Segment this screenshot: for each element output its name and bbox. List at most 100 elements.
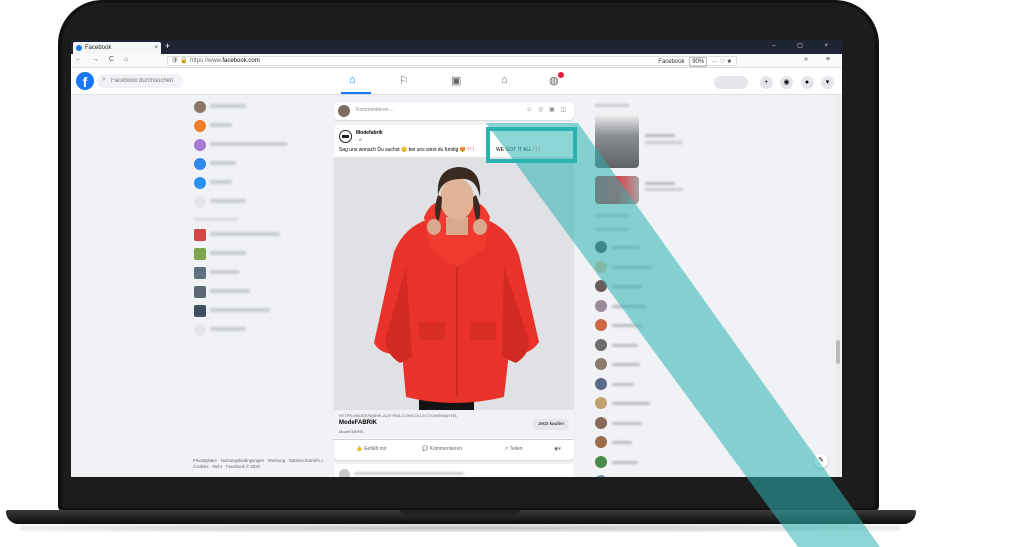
- post-text-bangs: ! ! !: [467, 147, 475, 153]
- avatar: [595, 319, 607, 331]
- avatar: [595, 338, 607, 351]
- page-avatar[interactable]: [339, 130, 352, 143]
- messenger-icon[interactable]: ◉: [780, 76, 794, 90]
- sidebar-item-label: [210, 161, 236, 165]
- page-scrollbar[interactable]: [836, 95, 840, 477]
- sidebar-item[interactable]: [191, 98, 321, 117]
- sidebar-item-label: [210, 142, 288, 146]
- new-tab-button[interactable]: +: [165, 41, 170, 51]
- watch-icon[interactable]: ▣: [451, 74, 461, 87]
- scrollbar-thumb[interactable]: [836, 340, 840, 364]
- contact-item[interactable]: [591, 258, 711, 278]
- create-button[interactable]: +: [759, 76, 773, 90]
- sidebar-item[interactable]: [191, 193, 321, 212]
- shortcut-item[interactable]: [191, 321, 321, 340]
- shortcut-4-icon: [194, 286, 206, 298]
- contact-item[interactable]: [591, 355, 711, 375]
- sidebar-item[interactable]: [191, 136, 321, 155]
- sponsored-label: [595, 104, 629, 107]
- contact-name: [612, 441, 632, 444]
- tab-close-icon[interactable]: ×: [154, 42, 158, 54]
- profile-button[interactable]: [714, 76, 749, 90]
- url-security-icon: 🛡 🔒: [171, 58, 188, 64]
- post-text-body: Sag uns wonach Du suchst 😊 bei uns wirst…: [339, 147, 466, 153]
- product-photo[interactable]: [334, 157, 574, 410]
- facebook-footer-links[interactable]: Privatsphäre · Nutzungsbedingungen · Wer…: [193, 458, 333, 470]
- shortcut-label: [210, 232, 280, 236]
- notifications-icon[interactable]: ●: [800, 76, 814, 90]
- browser-menu-icon[interactable]: » ≡: [804, 56, 838, 63]
- shortcut-item[interactable]: [191, 226, 321, 245]
- contact-item[interactable]: [591, 394, 711, 414]
- shop-now-button[interactable]: Jetzt kaufen: [533, 419, 569, 430]
- contact-name: [612, 402, 650, 405]
- facebook-search-input[interactable]: [97, 74, 183, 88]
- comment-button[interactable]: 💬 Kommentieren: [422, 446, 462, 452]
- new-message-button[interactable]: ✎: [814, 454, 828, 468]
- page-actions-icon[interactable]: ··· ♡ ★: [712, 59, 732, 65]
- facebook-logo-icon[interactable]: f: [76, 72, 94, 90]
- laptop-notch: [400, 510, 520, 515]
- comment-composer[interactable]: Kommentieren ... ☺ ◎ ▣ ◫: [334, 102, 574, 120]
- pages-icon[interactable]: ⚐: [399, 74, 409, 87]
- facebook-favicon-icon: [76, 45, 82, 51]
- url-bar[interactable]: 🛡 🔒 https://www.facebook.com Facebook 90…: [167, 56, 737, 67]
- contact-name: [612, 363, 640, 366]
- post-author[interactable]: Modefabrik: [356, 130, 383, 136]
- sidebar-item[interactable]: [191, 174, 321, 193]
- avatar: [339, 469, 350, 477]
- contact-name: [612, 265, 652, 269]
- shortcut-5-icon: [194, 305, 206, 317]
- contact-name: [612, 246, 640, 249]
- sponsored-item[interactable]: [591, 174, 711, 210]
- more-icon: [194, 196, 206, 208]
- marketplace-icon[interactable]: ⌂: [501, 74, 508, 86]
- sidebar-item[interactable]: [191, 155, 321, 174]
- window-controls[interactable]: – ▢ ×: [772, 42, 838, 49]
- contact-item[interactable]: [591, 316, 711, 336]
- bookmark-label[interactable]: Facebook: [658, 59, 684, 65]
- contact-item[interactable]: [591, 453, 711, 473]
- notification-badge: [558, 72, 564, 78]
- contact-item[interactable]: [591, 375, 711, 395]
- contact-item[interactable]: [591, 433, 711, 453]
- contacts-heading: [591, 222, 711, 238]
- red-jacket-model-image: [334, 157, 574, 410]
- birthdays-heading: [591, 210, 711, 222]
- avatar: [595, 280, 607, 292]
- birthdays-label: [595, 214, 629, 217]
- composer-emoji-icons[interactable]: ☺ ◎ ▣ ◫: [526, 106, 568, 113]
- sidebar-item-label: [210, 180, 232, 184]
- contact-item[interactable]: [591, 297, 711, 317]
- shortcut-item[interactable]: [191, 283, 321, 302]
- composer-placeholder: Kommentieren ...: [356, 107, 395, 113]
- account-menu-icon[interactable]: ▾: [821, 76, 834, 90]
- share-button[interactable]: ↗ Teilen: [504, 446, 523, 452]
- reaction-selector[interactable]: ◉▾: [554, 446, 561, 452]
- contact-item[interactable]: [591, 238, 711, 258]
- contact-name: [612, 304, 646, 308]
- zoom-level[interactable]: 90%: [689, 57, 708, 67]
- sponsored-domain: [645, 141, 683, 144]
- contact-item[interactable]: [591, 472, 711, 477]
- shortcut-label: [210, 251, 246, 255]
- shortcut-item[interactable]: [191, 264, 321, 283]
- browser-nav-buttons[interactable]: ← → C ⌂: [75, 56, 132, 63]
- shortcut-item[interactable]: [191, 245, 321, 264]
- sidebar-item[interactable]: [191, 117, 321, 136]
- shortcut-1-icon: [194, 229, 206, 241]
- sponsored-item[interactable]: [591, 112, 711, 174]
- browser-tab[interactable]: Facebook ×: [73, 42, 161, 54]
- home-icon[interactable]: ⌂: [349, 74, 356, 86]
- link-preview[interactable]: HTTPS://MODEFABRIK-AUSTRIA.COM/COLLECTIO…: [334, 410, 574, 438]
- browser-navbar: ← → C ⌂ 🛡 🔒 https://www.facebook.com Fac…: [71, 54, 842, 68]
- like-button[interactable]: 👍 Gefällt mir: [356, 446, 386, 452]
- shortcut-label: [210, 270, 240, 274]
- contact-item[interactable]: [591, 414, 711, 434]
- contact-item[interactable]: [591, 277, 711, 297]
- shortcut-item[interactable]: [191, 302, 321, 321]
- contact-name: [612, 285, 642, 288]
- laptop-screen: Facebook × + – ▢ × ← → C ⌂ 🛡 🔒 https://w…: [71, 40, 842, 477]
- browser-tabbar: Facebook × + – ▢ ×: [71, 40, 842, 54]
- contact-item[interactable]: [591, 336, 711, 356]
